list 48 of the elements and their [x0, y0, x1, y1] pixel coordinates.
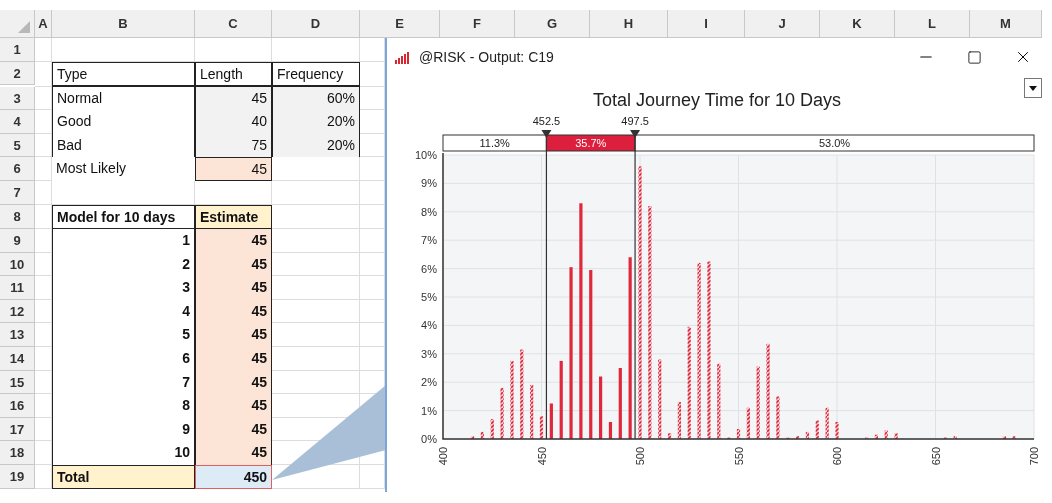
y-tick-label: 10% [414, 149, 437, 161]
table-cell: 20% [272, 110, 360, 134]
table-cell: 45 [195, 417, 272, 442]
table-cell: Model for 10 days [52, 204, 195, 229]
table-cell: 40 [195, 110, 272, 134]
x-tick-label: 500 [634, 447, 646, 466]
x-tick-label: 550 [732, 447, 745, 466]
x-tick-label: 650 [929, 447, 942, 466]
y-tick-label: 7% [421, 234, 437, 247]
table-cell: 75 [195, 133, 272, 158]
table-cell: 45 [195, 86, 272, 111]
table-cell: 45 [195, 228, 272, 253]
chart-title: Total Journey Time for 10 Days [592, 90, 842, 110]
y-tick-label: 5% [421, 291, 437, 303]
band-percentage: 11.3% [479, 137, 510, 149]
x-tick-label: 600 [831, 447, 843, 466]
y-tick-label: 8% [421, 205, 437, 218]
table-cell: 45 [195, 323, 272, 347]
table-cell-text: Most Likely [55, 159, 128, 179]
table-cell: 45 [195, 346, 272, 371]
x-tick-label: 700 [1028, 447, 1040, 466]
table-cell: 45 [195, 157, 272, 182]
delimiter-value: 452.5 [532, 115, 561, 127]
window-title: @RISK - Output: C19 [419, 47, 554, 67]
table-cell: 450 [195, 464, 272, 489]
y-tick-label: 2% [421, 376, 437, 389]
table-cell: 60% [272, 86, 360, 111]
table-cell: 45 [195, 441, 272, 465]
y-tick-label: 0% [421, 433, 437, 445]
table-cell: 45 [195, 276, 272, 300]
delimiter-value: 497.5 [621, 115, 649, 127]
table-cell: 45 [195, 299, 272, 324]
y-tick-label: 6% [421, 262, 437, 275]
band-percentage: 53.0% [818, 137, 851, 149]
table-cell: Estimate [195, 204, 272, 229]
table-cell: Total [52, 464, 195, 489]
y-tick-label: 1% [421, 404, 437, 417]
y-tick-label: 3% [421, 347, 437, 360]
table-cell: 45 [195, 394, 272, 418]
y-tick-label: 4% [421, 319, 437, 332]
band-percentage: 35.7% [575, 137, 607, 149]
y-tick-label: 9% [421, 177, 437, 190]
x-tick-label: 450 [535, 447, 548, 466]
table-cell: 45 [195, 252, 272, 277]
x-tick-label: 400 [437, 447, 449, 466]
table-cell: 20% [272, 133, 360, 158]
table-cell: 45 [195, 370, 272, 395]
table-cell: Type [52, 61, 195, 87]
